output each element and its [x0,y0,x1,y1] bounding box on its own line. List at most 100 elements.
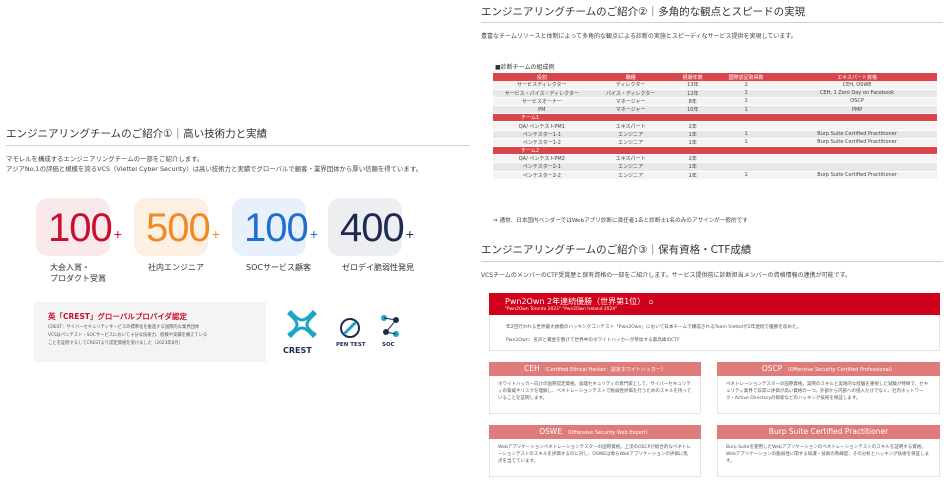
table-cell: 2年 [670,121,715,131]
cert-card-ceh: CEH （Certified Ethical Hacker：認定ホワイトハッカー… [489,362,701,414]
cert-card-burp: Burp Suite Certified Practitioner Burp S… [717,425,940,477]
table-cell: エンジニア [590,171,671,180]
team-table: 役割 職種 経験年数 国際認証取得数 エキスパート資格 サービスディレクター ディ… [493,73,937,180]
section3-rule [481,261,943,262]
stat-soc-label: SOCサービス顧客 [246,263,311,272]
table-group-label: チーム1 [493,113,937,123]
table-header-row: 役割 職種 経験年数 国際認証取得数 エキスパート資格 [493,73,937,81]
stat-engineers-value: 500 + [146,206,220,250]
table-header: 経験年数 [670,73,715,81]
table-row: PM マネージャー 10年 1 PMP [493,105,937,115]
table-row: ペンテスター1-1 エンジニア 1年 1 Burp Suite Certified Pr… [493,130,937,139]
table-cell [777,162,937,172]
soc-logo-text: SOC [382,342,395,348]
stat-soc: 100 + SOCサービス顧客 [224,192,324,292]
table-row: ペンテスター1-2 エンジニア 1年 1 Burp Suite Certified Pr… [493,138,937,148]
table-cell: マネージャー [590,97,671,107]
stat-zeroday: 400 + ゼロデイ脆弱性発見 [320,192,420,292]
table-cell: 1年 [670,171,715,180]
pentest-logo-icon [340,318,360,338]
table-cell: 2 [714,81,778,90]
stat-awards: 100 + 大会入賞・ プロダクト受賞 [28,192,128,292]
cert-card-oswe: OSWE （Offensive Security Web Expert） Web… [489,425,701,477]
pentest-logo-text: PEN TEST [336,342,366,348]
stats-row: 100 + 大会入賞・ プロダクト受賞 500 + 社内エンジニア 100 + SOCサ… [28,192,468,292]
table-row: サービスオーナー マネージャー 8年 1 OSCP [493,97,937,107]
table-row: ペンテスター2-1 エンジニア 1年 [493,162,937,172]
stat-zeroday-label: ゼロデイ脆弱性発見 [342,263,414,272]
table-cell [777,154,937,164]
table-group-label: チーム2 [493,146,937,156]
table-cell: エキスパート [590,154,671,164]
pwn2own-title: Pwn2Own 2年連続優勝（世界第1位） Ω [505,297,653,306]
table-header: 職種 [590,73,671,81]
table-cell: エンジニア [590,138,671,148]
table-cell: パイス・ディレクター [590,89,671,98]
stat-engineers: 500 + 社内エンジニア [126,192,226,292]
table-cell: OSCP [777,97,937,107]
table-row: QA/ ペンテストPM2 エキスパート 2年 [493,154,937,164]
cert-ceh-body: ホワイトハッカー向けの国際認定資格。倫理セキュリティの専門家として、サイバーセキ… [489,376,701,414]
table-cell: 1 [714,97,778,107]
table-cell: 12年 [670,89,715,98]
stat-zeroday-value: 400 + [340,206,414,250]
table-cell: 1 [714,89,778,98]
stat-awards-label: 大会入賞・ プロダクト受賞 [50,263,106,283]
table-cell: CEH, OSWE [777,81,937,90]
cert-burp-body: Burp Suiteを使用したWebアプリケーションのペネトレーションテストのス… [717,439,940,477]
section2-rule [481,22,943,23]
left-panel: エンジニアリングチームのご紹介①｜高い技術力と実績 マモレルを構成するエンジニア… [0,0,473,488]
table-cell: サービス・パイス・ディレクター [493,89,591,98]
stat-soc-value: 100 + [244,206,318,250]
section1-lead-1: マモレルを構成するエンジニアリングチームの一部をご紹介します。 [6,155,204,163]
table-cell: 1 [714,171,778,180]
stat-engineers-label: 社内エンジニア [148,263,204,272]
table-cell: 1年 [670,130,715,139]
table-cell: エンジニア [590,162,671,172]
cert-card-oscp: OSCP （Offensive Security Certified Profe… [717,362,940,414]
table-header: 国際認証取得数 [714,73,778,81]
right-panel: エンジニアリングチームのご紹介②｜多角的な観点とスピードの実現 豊富なチームリソ… [473,0,950,488]
crest-body: CREST：サイバーセキュリティサービスの標準化を推進する国際的な業界団体 VC… [48,325,208,346]
section1-title: エンジニアリングチームのご紹介①｜高い技術力と実績 [6,128,268,140]
table-cell: PMP [777,105,937,115]
table-row: サービス・パイス・ディレクター パイス・ディレクター 12年 1 CEH, 1 Zero… [493,89,937,98]
section2-lead: 豊富なチームリソースと体制によって多角的な観点による診断の実施とスピーディなサー… [481,33,797,40]
table-cell: サービスディレクター [493,81,591,90]
pwn2own-body-1: 年2回行われる世界最大規模のハッキングコンテスト「Pwn2Own」において日本チ… [506,325,802,330]
table-cell: ペンテスター2-2 [493,171,591,180]
crest-logo-text: CREST [283,346,312,355]
pwn2own-body: 年2回行われる世界最大規模のハッキングコンテスト「Pwn2Own」において日本チ… [489,315,940,351]
table-cell: QA/ ペンテストPM1 [493,121,591,131]
section2-title: エンジニアリングチームのご紹介②｜多角的な観点とスピードの実現 [481,6,806,18]
table-cell: PM [493,105,591,115]
table-row: サービスディレクター ディレクター 13年 2 CEH, OSWE [493,81,937,90]
table-cell: 10年 [670,105,715,115]
section3-lead: VCSチームのメンバーのCTF受賞歴と保有資格の一部をご紹介します。サービス提供… [481,272,852,279]
table-cell: マネージャー [590,105,671,115]
cert-ceh-header: CEH （Certified Ethical Hacker：認定ホワイトハッカー… [489,362,701,376]
table-cell: 2年 [670,154,715,164]
table-group-row: チーム2 [493,146,937,156]
table-cell: 1年 [670,138,715,148]
table-cell: 13年 [670,81,715,90]
section1-rule [6,145,470,146]
table-caption: ■診断チームの組成例 [495,64,555,71]
cert-oswe-body: Webアプリケーションペネトレーションテスターの国際資格。上流のOSCPが総合的… [489,439,701,477]
table-cell [714,162,778,172]
table-cell: 1 [714,105,778,115]
table-cell: QA/ ペンテストPM2 [493,154,591,164]
table-note: ⇒ 通常、日本国内ベンダーではWebアプリ診断に責任者1名と診断士1名のみのアサ… [493,218,748,224]
crest-title: 英「CREST」グローバルプロバイダ認定 [48,312,188,321]
section3-title: エンジニアリングチームのご紹介③｜保有資格・CTF成績 [481,244,752,256]
table-cell: Burp Suite Certified Practitioner [777,130,937,139]
table-cell: 8年 [670,97,715,107]
table-header: 役割 [493,73,591,81]
table-header: エキスパート資格 [777,73,937,81]
cert-oscp-header: OSCP （Offensive Security Certified Profe… [717,362,940,376]
table-cell: エキスパート [590,121,671,131]
cert-oscp-body: ペネトレーションテスターの国際資格。実際のスキルと実践的な経験を重視した試験が特… [717,376,940,414]
table-cell: サービスオーナー [493,97,591,107]
table-row: QA/ ペンテストPM1 エキスパート 2年 [493,121,937,131]
table-row: ペンテスター2-2 エンジニア 1年 1 Burp Suite Certified Pr… [493,171,937,180]
